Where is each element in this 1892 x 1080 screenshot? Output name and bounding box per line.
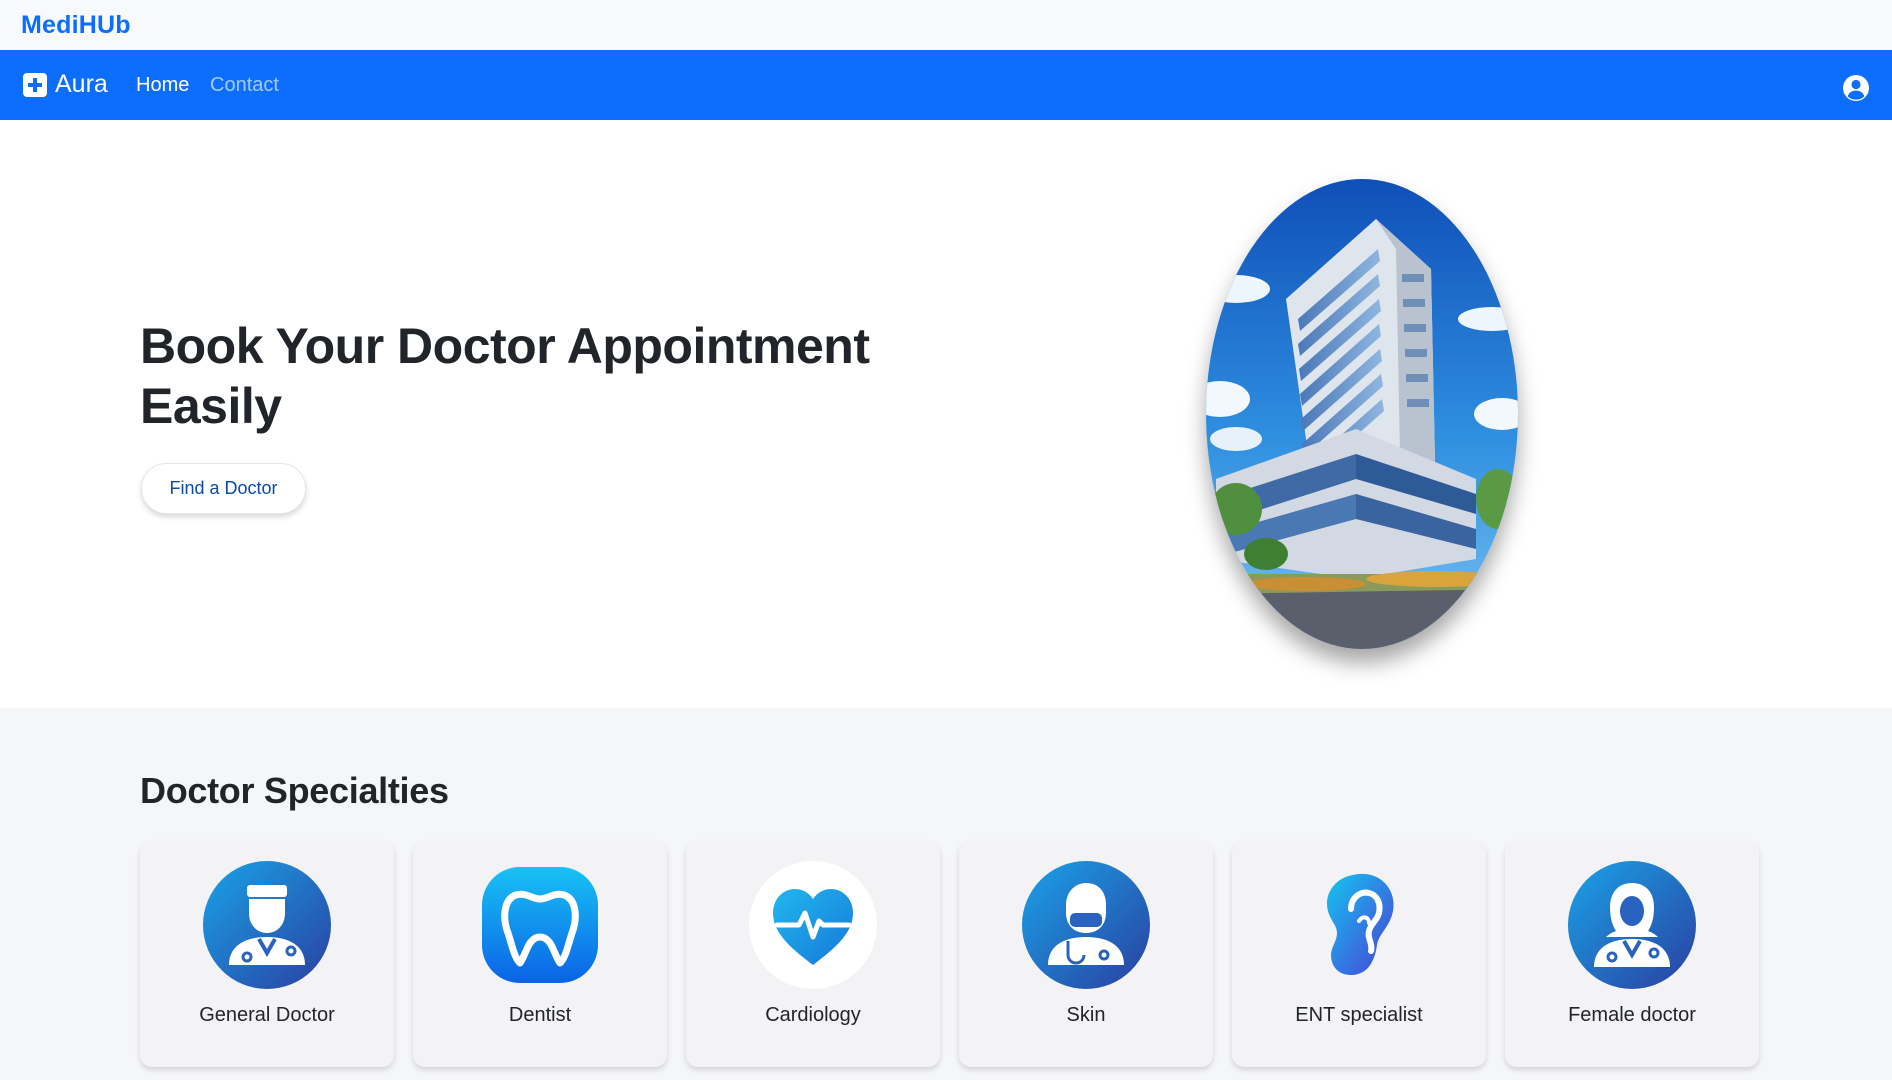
hospital-image [1206,179,1518,649]
specialty-card-skin[interactable]: Skin [959,841,1213,1067]
navbar-brand-name: Aura [55,70,108,98]
navbar-brand[interactable]: Aura [23,70,108,99]
female-doctor-icon [1568,861,1696,989]
specialties-title: Doctor Specialties [140,770,449,811]
specialty-card-female-doctor[interactable]: Female doctor [1505,841,1759,1067]
doctor-specialties-section: Doctor Specialties General Doctor Dentis… [0,708,1892,1080]
specialty-card-dentist[interactable]: Dentist [413,841,667,1067]
male-doctor-icon [203,861,331,989]
specialty-label: Female doctor [1568,1004,1696,1026]
ear-icon [1327,873,1394,975]
specialty-card-general-doctor[interactable]: General Doctor [140,841,394,1067]
specialty-label: Skin [1066,1004,1106,1026]
heart-pulse-icon [749,861,877,989]
top-brand-bar: MediHUb [0,0,1892,50]
user-circle-icon[interactable] [1842,74,1870,102]
specialty-label: Cardiology [765,1004,861,1026]
nav-link-home[interactable]: Home [136,74,189,97]
medical-plus-icon [23,72,47,97]
hero-title: Book Your Doctor Appointment Easily [140,318,870,434]
specialty-card-cardiology[interactable]: Cardiology [686,841,940,1067]
specialty-label: ENT specialist [1295,1004,1423,1026]
tooth-icon [482,867,598,983]
site-brand[interactable]: MediHUb [21,11,131,40]
specialty-label: General Doctor [199,1004,335,1026]
specialty-label: Dentist [508,1004,572,1026]
doctor-mask-icon [1022,861,1150,989]
main-navbar: Aura Home Contact [0,50,1892,120]
find-doctor-button[interactable]: Find a Doctor [141,463,306,514]
nav-link-contact[interactable]: Contact [210,74,279,97]
specialty-card-ent-specialist[interactable]: ENT specialist [1232,841,1486,1067]
hero-section: Book Your Doctor Appointment Easily Find… [0,120,1892,708]
